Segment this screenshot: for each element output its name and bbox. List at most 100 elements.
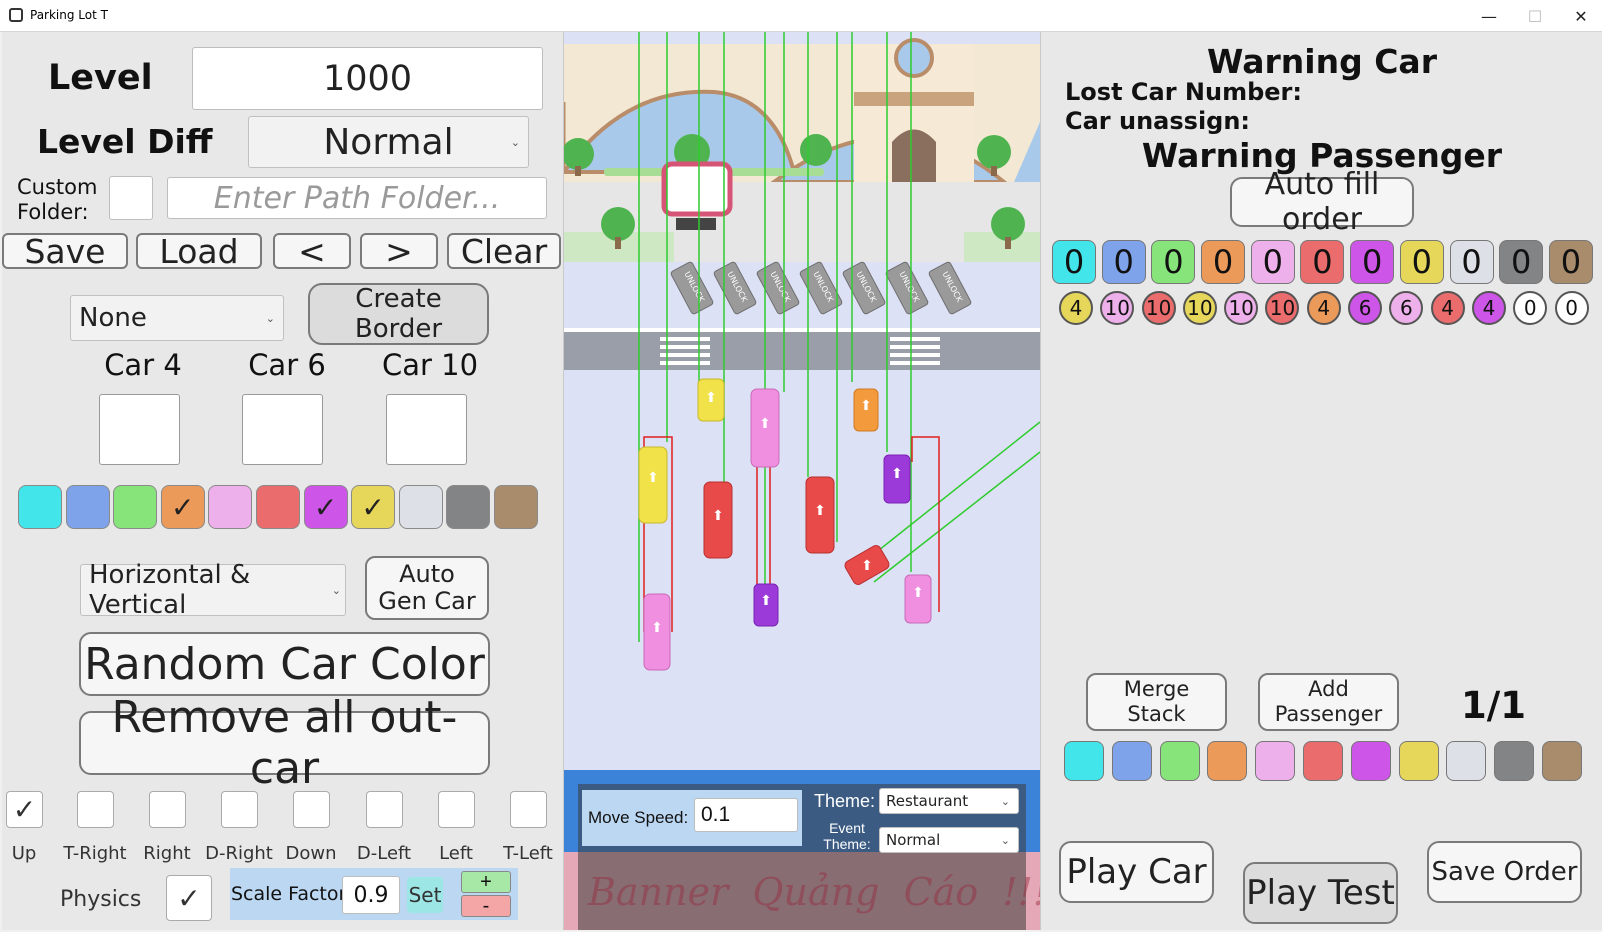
set-scale-button[interactable]: Set — [407, 877, 443, 913]
direction-label: Left — [439, 843, 473, 864]
direction-checkbox[interactable]: ✓ — [6, 791, 43, 828]
color-count: 0 — [1201, 240, 1246, 284]
car-6-slot[interactable] — [242, 394, 323, 465]
direction-label: Down — [285, 843, 337, 864]
merge-stack-button[interactable]: Merge Stack — [1086, 673, 1227, 731]
direction-mode-select[interactable]: Horizontal & Vertical ⌄ — [80, 560, 346, 620]
remove-all-out-car-button[interactable]: Remove all out-car — [79, 692, 490, 794]
theme-select[interactable]: Restaurant ⌄ — [879, 788, 1019, 814]
svg-text:⬆: ⬆ — [651, 620, 663, 636]
save-order-button[interactable]: Save Order — [1427, 841, 1582, 903]
auto-gen-car-button[interactable]: Auto Gen Car — [365, 556, 489, 620]
color-swatch[interactable] — [446, 485, 491, 529]
path-folder-input[interactable]: Enter Path Folder... — [167, 177, 547, 219]
color-swatch[interactable] — [255, 485, 300, 529]
order-badge[interactable]: 10 — [1265, 291, 1300, 325]
passenger-color-swatch[interactable] — [1064, 741, 1104, 781]
play-test-button[interactable]: Play Test — [1243, 862, 1398, 924]
create-border-button[interactable]: Create Border — [308, 283, 489, 345]
border-select[interactable]: None ⌄ — [70, 295, 284, 341]
direction-checkbox[interactable] — [221, 791, 258, 828]
order-badge[interactable]: 6 — [1389, 291, 1424, 325]
random-car-color-button[interactable]: Random Car Color — [79, 632, 490, 696]
prev-button[interactable]: < — [273, 232, 351, 271]
building-door — [892, 129, 936, 182]
minimize-button[interactable]: — — [1466, 0, 1512, 32]
direction-checkbox[interactable] — [77, 791, 114, 828]
level-diff-label: Level Diff — [37, 122, 213, 161]
move-speed-input[interactable]: 0.1 — [694, 798, 798, 832]
maximize-button[interactable]: ☐ — [1512, 0, 1558, 32]
chevron-down-icon: ⌄ — [1000, 794, 1010, 808]
order-badges: 4 10 10 10 10 10 4 6 6 4 4 0 0 — [1059, 291, 1589, 325]
order-badge[interactable]: 0 — [1554, 291, 1589, 325]
order-badge[interactable]: 10 — [1141, 291, 1176, 325]
direction-checkbox[interactable] — [366, 791, 403, 828]
order-badge[interactable]: 6 — [1348, 291, 1383, 325]
level-input[interactable]: 1000 — [192, 47, 543, 110]
car-4-slot[interactable] — [99, 394, 180, 465]
color-count: 0 — [1399, 240, 1444, 284]
add-passenger-button[interactable]: Add Passenger — [1258, 673, 1399, 731]
car-10-slot[interactable] — [386, 394, 467, 465]
scale-decrease-button[interactable]: - — [461, 895, 511, 917]
order-badge[interactable]: 4 — [1430, 291, 1465, 325]
passenger-color-swatch[interactable] — [1446, 741, 1487, 781]
color-swatch[interactable] — [18, 485, 62, 529]
color-swatch[interactable]: ✓ — [160, 485, 205, 529]
order-badge[interactable]: 10 — [1100, 291, 1135, 325]
auto-fill-order-button[interactable]: Auto fill order — [1230, 167, 1414, 237]
direction-checkbox[interactable] — [438, 791, 475, 828]
passenger-color-swatch[interactable] — [1111, 741, 1152, 781]
clear-button[interactable]: Clear — [447, 232, 561, 271]
order-badge[interactable]: 4 — [1059, 291, 1093, 325]
color-swatch[interactable] — [398, 485, 443, 529]
passenger-color-swatch[interactable] — [1302, 741, 1343, 781]
direction-label: T-Left — [503, 843, 553, 864]
color-swatch[interactable] — [65, 485, 110, 529]
play-car-button[interactable]: Play Car — [1059, 841, 1214, 903]
color-swatch[interactable] — [113, 485, 158, 529]
color-swatch[interactable] — [208, 485, 253, 529]
passenger-color-swatch[interactable] — [1159, 741, 1200, 781]
svg-text:⬆: ⬆ — [760, 593, 772, 609]
save-button[interactable]: Save — [2, 232, 128, 271]
scale-increase-button[interactable]: + — [461, 871, 511, 893]
order-badge[interactable]: 4 — [1471, 291, 1506, 325]
color-count: 0 — [1052, 240, 1096, 284]
svg-text:⬆: ⬆ — [712, 508, 724, 524]
color-swatch[interactable]: ✓ — [303, 485, 348, 529]
color-count: 0 — [1300, 240, 1345, 284]
order-badge[interactable]: 4 — [1306, 291, 1341, 325]
custom-folder-checkbox[interactable] — [109, 176, 153, 220]
order-badge[interactable]: 10 — [1224, 291, 1259, 325]
event-theme-label: Event Theme: — [823, 820, 871, 852]
color-swatch[interactable] — [493, 485, 538, 529]
direction-label: D-Left — [356, 843, 412, 864]
left-panel: Level 1000 Level Diff Normal ⌄ Custom Fol… — [2, 32, 564, 930]
passenger-color-swatch[interactable] — [1255, 741, 1296, 781]
scale-factor-input[interactable]: 0.9 — [342, 876, 400, 914]
direction-checkbox[interactable] — [510, 791, 547, 828]
chevron-down-icon: ⌄ — [331, 583, 341, 597]
event-theme-select[interactable]: Normal ⌄ — [879, 827, 1019, 853]
passenger-color-swatch[interactable] — [1494, 741, 1535, 781]
passenger-color-swatch[interactable] — [1350, 741, 1391, 781]
car-4-label: Car 4 — [104, 348, 182, 382]
color-swatch[interactable]: ✓ — [351, 485, 396, 529]
right-panel: Warning Car Lost Car Number: Car unassig… — [1040, 32, 1602, 930]
physics-checkbox[interactable]: ✓ — [166, 875, 212, 921]
load-button[interactable]: Load — [136, 232, 262, 271]
level-diff-select[interactable]: Normal ⌄ — [248, 116, 529, 168]
color-counts: 00000000000 — [1052, 240, 1593, 284]
passenger-color-swatch[interactable] — [1207, 741, 1248, 781]
direction-checkbox[interactable] — [293, 791, 330, 828]
order-badge[interactable]: 10 — [1182, 291, 1217, 325]
passenger-color-swatch[interactable] — [1541, 741, 1582, 781]
game-viewport[interactable]: UNLOCK UNLOCK UNLOCK UNLOCK UNLOCK UNLOCK UNLO… — [564, 32, 1040, 930]
direction-checkbox[interactable] — [149, 791, 186, 828]
next-button[interactable]: > — [360, 232, 438, 271]
close-button[interactable]: ✕ — [1558, 0, 1602, 32]
passenger-color-swatch[interactable] — [1398, 741, 1439, 781]
order-badge[interactable]: 0 — [1513, 291, 1548, 325]
